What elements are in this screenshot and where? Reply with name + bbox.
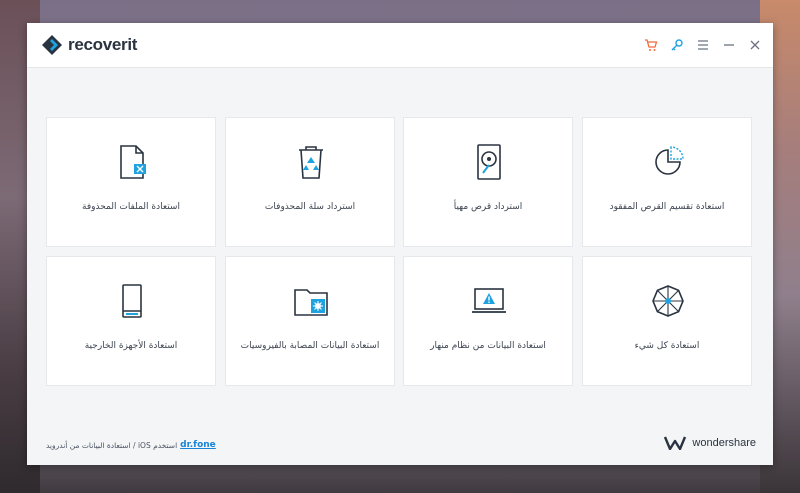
- card-label: استعادة الملفات المحذوفة: [82, 202, 180, 212]
- card-label: استعادة البيانات من نظام منهار: [430, 341, 546, 351]
- external-device-icon: [122, 284, 142, 318]
- card-lost-partition-recovery[interactable]: استعادة تقسيم القرص المفقود: [582, 117, 752, 247]
- app-logo: recoverit: [41, 34, 137, 56]
- card-external-device-recovery[interactable]: استعادة الأجهزة الخارجية: [46, 256, 216, 386]
- wondershare-brand: wondershare: [664, 436, 756, 450]
- lost-partition-icon: [655, 146, 684, 175]
- footer-promo-text: استخدم iOS / استعادة البيانات من أندرويد: [46, 440, 178, 450]
- formatted-disk-icon: [477, 144, 501, 180]
- card-label: استعادة تقسيم القرص المفقود: [609, 202, 725, 212]
- crashed-system-icon: [472, 288, 506, 313]
- card-label: استعادة البيانات المصابة بالفيروسيات: [240, 341, 380, 351]
- footer-promo: dr.fone استخدم iOS / استعادة البيانات من…: [46, 440, 216, 450]
- app-logo-text: recoverit: [68, 35, 138, 54]
- card-formatted-disk-recovery[interactable]: استرداد قرص مهيأ: [403, 117, 573, 247]
- card-crashed-system-recovery[interactable]: استعادة البيانات من نظام منهار: [403, 256, 573, 386]
- title-bar[interactable]: recoverit: [27, 23, 773, 68]
- wondershare-logo-icon: [664, 436, 687, 450]
- card-label: استعادة كل شيء: [634, 341, 700, 351]
- drfone-link[interactable]: dr.fone: [180, 440, 216, 450]
- card-label: استعادة الأجهزة الخارجية: [84, 341, 178, 351]
- minimize-icon[interactable]: [719, 35, 739, 55]
- menu-icon[interactable]: [693, 35, 713, 55]
- card-all-around-recovery[interactable]: استعادة كل شيء: [582, 256, 752, 386]
- recoverit-logo-icon: [42, 35, 62, 55]
- virus-folder-icon: [294, 289, 328, 316]
- card-label: استرداد سلة المحذوفات: [264, 202, 356, 212]
- recycle-bin-icon: [299, 146, 323, 179]
- card-recycle-bin-recovery[interactable]: استرداد سلة المحذوفات: [225, 117, 395, 247]
- card-label: استرداد قرص مهيأ: [453, 202, 523, 212]
- all-around-icon: [652, 285, 684, 317]
- card-virus-data-recovery[interactable]: استعادة البيانات المصابة بالفيروسيات: [225, 256, 395, 386]
- card-deleted-files-recovery[interactable]: استعادة الملفات المحذوفة: [46, 117, 216, 247]
- app-window: recoverit استعادة الملفات المحذوفة استرد…: [27, 23, 773, 465]
- key-icon[interactable]: [667, 35, 687, 55]
- cart-icon[interactable]: [641, 35, 661, 55]
- title-bar-controls: [641, 35, 765, 55]
- wondershare-text: wondershare: [692, 437, 756, 449]
- deleted-file-icon: [120, 145, 146, 179]
- close-icon[interactable]: [745, 35, 765, 55]
